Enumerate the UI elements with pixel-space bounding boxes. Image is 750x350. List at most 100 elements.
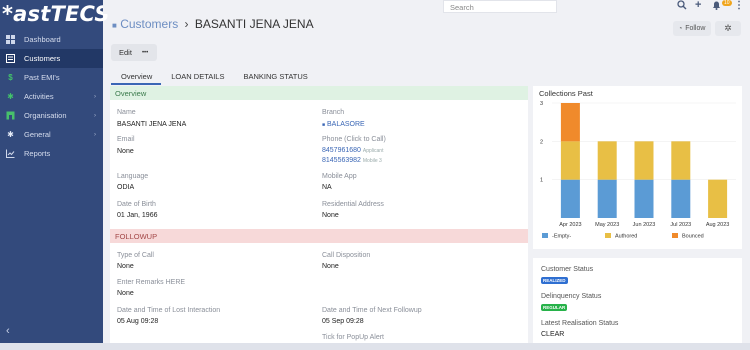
bell-icon[interactable] (712, 0, 721, 13)
bar-segment (634, 179, 654, 218)
customer-status-badge: REALIZED (541, 277, 568, 284)
legend-label: Authored (615, 234, 637, 240)
address-value: None (322, 212, 339, 219)
x-tick-label: Jul 2023 (670, 222, 691, 228)
y-tick-label: 3 (540, 101, 543, 107)
sidebar-item-organisation[interactable]: Organisation › (0, 106, 103, 125)
language-value: ODIA (117, 184, 135, 191)
phone-mobile3[interactable]: 8145563982 Mobile 3 (322, 157, 382, 164)
type-of-call-value: None (117, 263, 134, 270)
more-vertical-icon[interactable]: ⋮ (734, 0, 744, 11)
legend-label: Bounced (682, 234, 704, 240)
legend-swatch (605, 233, 611, 238)
phone-number: 8457961680 (322, 147, 361, 154)
email-value: None (117, 148, 134, 155)
list-icon (6, 54, 15, 63)
followup-section-header[interactable]: FOLLOWUP (110, 229, 528, 243)
address-label: Residential Address (322, 201, 384, 208)
branch-link[interactable]: ■ BALASORE (322, 121, 365, 128)
follow-button[interactable]: ◔ Follow (673, 21, 711, 36)
name-label: Name (117, 109, 136, 116)
sidebar-item-label: Dashboard (24, 35, 61, 44)
customer-status-label: Customer Status (541, 266, 594, 273)
sidebar-item-general[interactable]: ✱ General › (0, 125, 103, 144)
bar-segment (560, 141, 580, 180)
search-icon[interactable] (677, 0, 687, 13)
bar-segment (671, 179, 691, 218)
settings-button[interactable]: ✲ (715, 21, 741, 36)
lost-interaction-label: Date and Time of Lost Interaction (117, 307, 221, 314)
y-tick-label: 1 (540, 178, 543, 184)
type-of-call-label: Type of Call (117, 252, 154, 259)
record-title: BASANTI JENA JENA (194, 17, 314, 31)
sidebar: *astTECS Dashboard Customers $ Past EMI'… (0, 0, 110, 343)
breadcrumb-separator: › (184, 17, 189, 31)
sidebar-item-customers[interactable]: Customers (0, 49, 103, 68)
sidebar-nav: Dashboard Customers $ Past EMI's ✱ Activ… (0, 30, 103, 163)
sidebar-item-label: General (24, 130, 51, 139)
phone-applicant[interactable]: 8457961680 Applicant (322, 147, 383, 154)
name-value: BASANTI JENA JENA (117, 121, 187, 128)
chevron-right-icon: › (94, 131, 96, 138)
bar-segment (597, 141, 617, 180)
phone-number: 8145563982 (322, 157, 361, 164)
sidebar-item-label: Reports (24, 149, 51, 158)
bar-segment (708, 179, 728, 218)
next-followup-label: Date and Time of Next Followup (322, 307, 422, 314)
chevron-right-icon: › (94, 112, 96, 119)
delinquency-status-badge: REGULAR (541, 304, 568, 311)
sidebar-item-activities[interactable]: ✱ Activities › (0, 87, 103, 106)
collections-chart: 1 2 3 Apr 2023 May 2023 Jun 2023 Jul 2023 Aug 2… (540, 101, 736, 240)
collapse-sidebar-icon[interactable]: ‹ (6, 325, 10, 337)
edit-button[interactable]: Edit ••• (111, 44, 157, 61)
tab-banking-status[interactable]: BANKING STATUS (233, 68, 316, 85)
follow-label: Follow (685, 25, 706, 32)
phone-label: Phone (Click to Call) (322, 136, 386, 143)
tab-overview[interactable]: Overview (111, 68, 162, 85)
dob-value: 01 Jan, 1966 (117, 212, 158, 219)
sidebar-item-past-emis[interactable]: $ Past EMI's (0, 68, 103, 87)
remarks-value: None (117, 290, 134, 297)
chevron-right-icon: › (94, 93, 96, 100)
horizontal-scrollbar[interactable] (0, 343, 750, 350)
star-icon: ✱ (7, 130, 14, 139)
sidebar-item-label: Organisation (24, 111, 67, 120)
building-icon (6, 111, 15, 120)
sidebar-item-reports[interactable]: Reports (0, 144, 103, 163)
branch-value: BALASORE (326, 121, 365, 128)
popup-alert-label: Tick for PopUp Alert (322, 334, 384, 341)
sidebar-item-label: Past EMI's (24, 73, 60, 82)
plus-icon[interactable]: + (695, 0, 701, 11)
search-input[interactable]: Search (443, 0, 557, 13)
page-title: ■ Customers › BASANTI JENA JENA (112, 17, 314, 31)
call-disposition-label: Call Disposition (322, 252, 371, 259)
mobile-app-value: NA (322, 184, 332, 191)
bar-segment (560, 179, 580, 218)
more-actions-icon[interactable]: ••• (142, 50, 148, 56)
topbar (103, 0, 750, 14)
x-tick-label: Apr 2023 (559, 222, 581, 228)
x-tick-label: Jun 2023 (633, 222, 656, 228)
app-logo[interactable]: *astTECS (2, 2, 110, 26)
run-icon: ✱ (7, 92, 14, 101)
legend-swatch (672, 233, 678, 238)
x-tick-label: Aug 2023 (706, 222, 730, 228)
bar-segment (597, 179, 617, 218)
dollar-icon: $ (8, 73, 13, 82)
lost-interaction-value: 05 Aug 09:28 (117, 318, 159, 325)
call-disposition-value: None (322, 263, 339, 270)
language-label: Language (117, 173, 149, 180)
bar-segment (671, 141, 691, 180)
branch-label: Branch (322, 109, 345, 116)
breadcrumb-customers[interactable]: Customers (120, 17, 178, 31)
tab-bar: Overview LOAN DETAILS BANKING STATUS (111, 68, 527, 85)
phone-tag: Applicant (362, 148, 384, 154)
sidebar-item-dashboard[interactable]: Dashboard (0, 30, 103, 49)
overview-section-header[interactable]: Overview (110, 86, 528, 100)
list-icon: ■ (112, 21, 117, 30)
sidebar-item-label: Customers (24, 54, 61, 63)
mobile-app-label: Mobile App (322, 173, 357, 180)
tab-loan-details[interactable]: LOAN DETAILS (161, 68, 233, 85)
gear-icon: ✲ (724, 23, 732, 33)
remarks-label: Enter Remarks HERE (117, 279, 186, 286)
